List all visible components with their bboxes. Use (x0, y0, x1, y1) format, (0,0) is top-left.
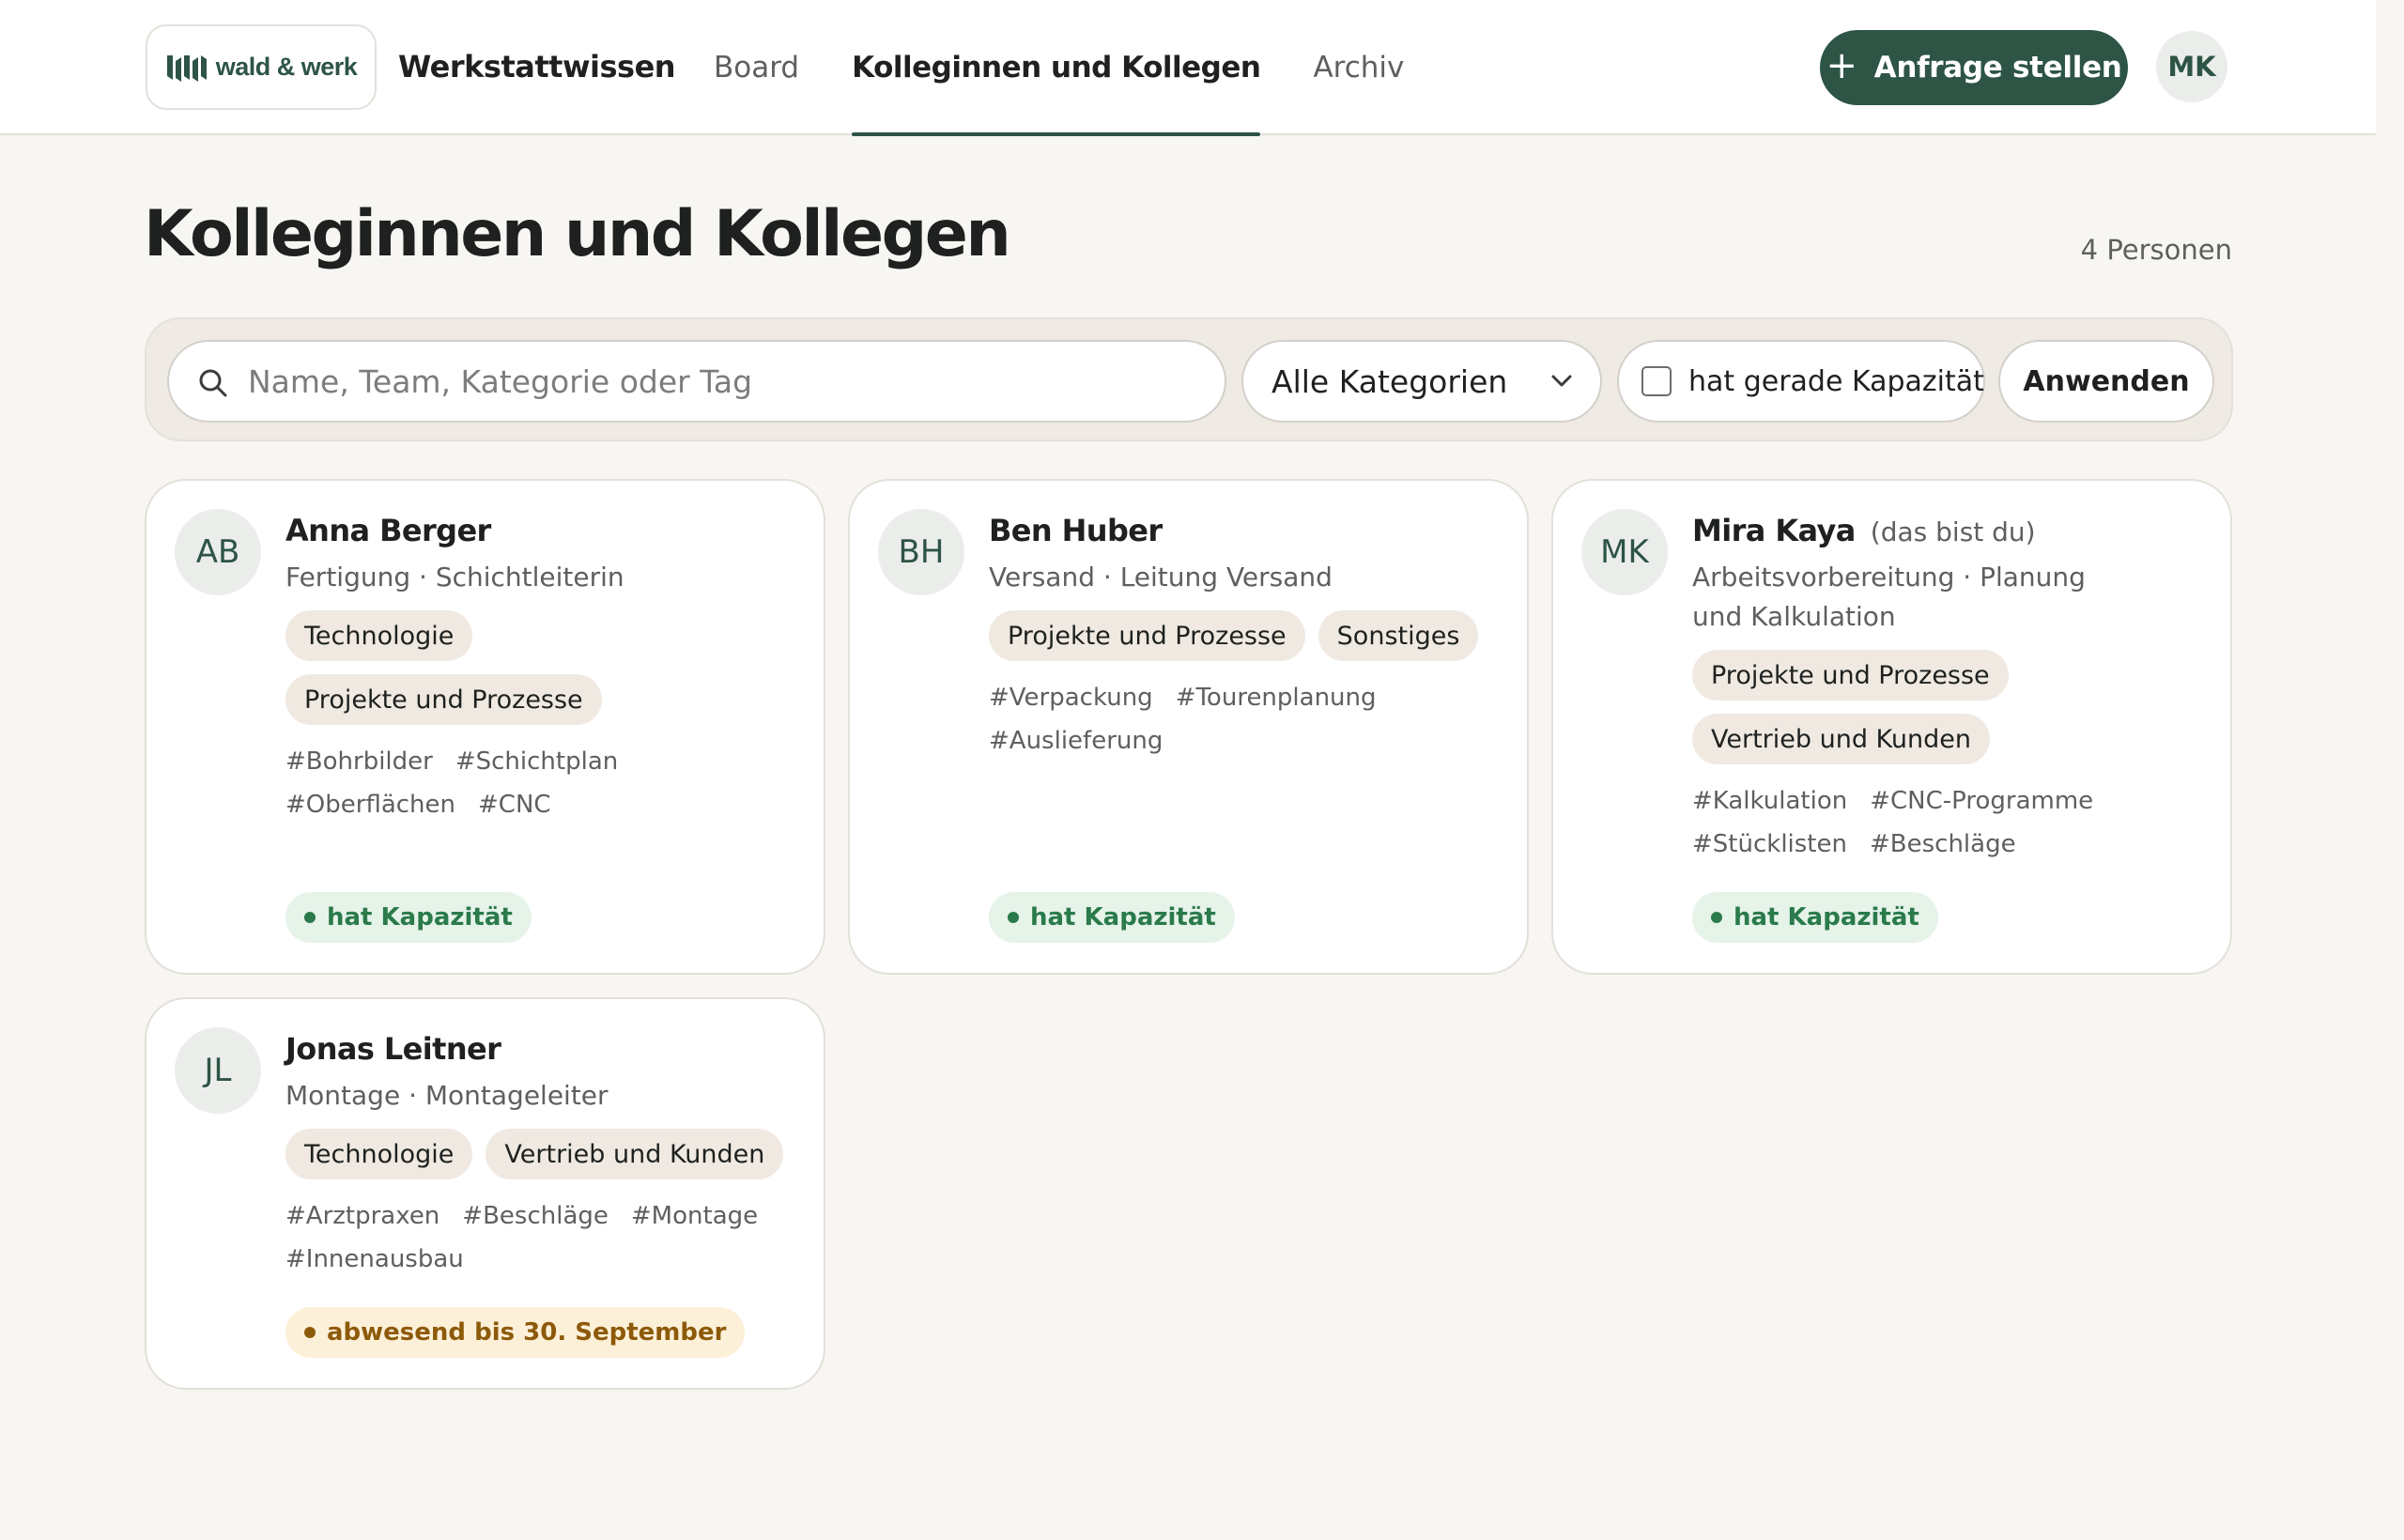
status-text: abwesend bis 30. September (327, 1318, 727, 1347)
logo-text: wald & werk (215, 53, 358, 81)
avatar: MK (1581, 509, 1668, 595)
tag[interactable]: #Stücklisten (1692, 823, 1847, 866)
tag[interactable]: #Tourenplanung (1176, 676, 1377, 719)
user-avatar[interactable]: MK (2156, 31, 2227, 102)
tag[interactable]: #Verpackung (989, 676, 1153, 719)
person-name[interactable]: Mira Kaya (1692, 513, 1856, 548)
apply-button[interactable]: Anwenden (1998, 340, 2214, 423)
tag[interactable]: #Arztpraxen (285, 1194, 439, 1238)
tag-list: #Arztpraxen #Beschläge #Montage #Innenau… (285, 1194, 795, 1281)
category-chip[interactable]: Projekte und Prozesse (989, 610, 1305, 661)
tag[interactable]: #Schichtplan (455, 740, 618, 783)
tag[interactable]: #Kalkulation (1692, 779, 1847, 823)
tag[interactable]: #Beschläge (462, 1194, 609, 1238)
status-text: hat Kapazität (1734, 903, 1919, 932)
category-chip[interactable]: Sonstiges (1318, 610, 1479, 661)
top-bar: wald & werk Werkstattwissen Board Kolleg… (0, 0, 2376, 136)
person-name[interactable]: Jonas Leitner (285, 1031, 501, 1067)
person-team: Montage (285, 1080, 401, 1111)
capacity-filter-label: hat gerade Kapazität (1688, 364, 1984, 398)
chevron-down-icon (1551, 375, 1572, 387)
person-name[interactable]: Ben Huber (989, 513, 1163, 548)
page-title: Kolleginnen und Kollegen (144, 197, 1011, 271)
tag[interactable]: #Auslieferung (989, 719, 1163, 762)
person-role: Fertigung · Schichtleiterin (285, 562, 624, 593)
person-team: Arbeitsvorbereitung (1692, 562, 1955, 593)
person-card-anna-berger[interactable]: AB Anna Berger Fertigung · Schichtleiter… (145, 479, 825, 975)
nav-colleagues[interactable]: Kolleginnen und Kollegen (852, 0, 1261, 136)
person-card-mira-kaya[interactable]: MK Mira Kaya (das bist du) Arbeitsvorber… (1551, 479, 2232, 975)
category-chip[interactable]: Technologie (285, 610, 473, 661)
filter-bar: Alle Kategorien hat gerade Kapazität Anw… (145, 317, 2233, 441)
tag[interactable]: #CNC (478, 783, 551, 826)
nav-archive[interactable]: Archiv (1313, 0, 1404, 135)
status-badge: hat Kapazität (285, 892, 532, 943)
person-name[interactable]: Anna Berger (285, 513, 491, 548)
app-title: Werkstattwissen (398, 49, 676, 85)
category-list: Projekte und Prozesse Vertrieb und Kunde… (1692, 650, 2087, 764)
main-nav: Board Kolleginnen und Kollegen Archiv (714, 0, 1456, 136)
person-team: Fertigung (285, 562, 411, 593)
logo[interactable]: wald & werk (146, 24, 377, 110)
category-list: Projekte und Prozesse Sonstiges (989, 610, 1499, 661)
tag-list: #Bohrbilder #Schichtplan #Oberflächen #C… (285, 740, 795, 826)
avatar: BH (878, 509, 964, 595)
status-badge: hat Kapazität (1692, 892, 1938, 943)
tag-list: #Kalkulation #CNC-Programme #Stücklisten… (1692, 779, 2124, 866)
tag[interactable]: #Innenausbau (285, 1238, 464, 1281)
person-role: Montage · Montageleiter (285, 1080, 609, 1111)
search-box (167, 340, 1226, 423)
category-select[interactable]: Alle Kategorien (1241, 340, 1602, 423)
search-input[interactable] (169, 362, 1225, 400)
status-text: hat Kapazität (1030, 903, 1216, 932)
person-position: Leitung Versand (1119, 562, 1333, 593)
person-card-ben-huber[interactable]: BH Ben Huber Versand · Leitung Versand P… (848, 479, 1529, 975)
avatar: JL (175, 1027, 261, 1114)
capacity-filter[interactable]: hat gerade Kapazität (1617, 340, 1985, 423)
status-badge: abwesend bis 30. September (285, 1307, 746, 1358)
tag[interactable]: #CNC-Programme (1870, 779, 2093, 823)
person-position: Schichtleiterin (435, 562, 624, 593)
status-dot-icon (304, 912, 316, 923)
plus-icon: + (1826, 44, 1857, 87)
category-list: Technologie Vertrieb und Kunden (285, 1129, 795, 1179)
people-count: 4 Personen (2080, 234, 2232, 266)
category-chip[interactable]: Projekte und Prozesse (285, 674, 602, 725)
status-text: hat Kapazität (327, 903, 513, 932)
person-card-jonas-leitner[interactable]: JL Jonas Leitner Montage · Montageleiter… (145, 997, 825, 1390)
category-chip[interactable]: Vertrieb und Kunden (1692, 714, 1991, 764)
tag[interactable]: #Beschläge (1870, 823, 2016, 866)
tag[interactable]: #Bohrbilder (285, 740, 433, 783)
person-position: Montageleiter (424, 1080, 609, 1111)
category-select-value: Alle Kategorien (1271, 362, 1508, 400)
nav-board[interactable]: Board (714, 0, 799, 135)
capacity-checkbox[interactable] (1641, 366, 1672, 396)
create-request-button[interactable]: + Anfrage stellen (1820, 30, 2128, 105)
status-dot-icon (1711, 912, 1722, 923)
category-chip[interactable]: Technologie (285, 1129, 473, 1179)
person-role: Versand · Leitung Versand (989, 562, 1333, 593)
person-role: Arbeitsvorbereitung · Planung und Kalkul… (1692, 562, 2086, 632)
self-indicator: (das bist du) (1870, 516, 2036, 547)
create-request-label: Anfrage stellen (1873, 51, 2122, 85)
tag[interactable]: #Montage (631, 1194, 758, 1238)
search-icon (199, 369, 227, 397)
logo-mark-icon (166, 54, 207, 82)
category-list: Technologie Projekte und Prozesse (285, 610, 795, 725)
status-dot-icon (304, 1327, 316, 1338)
avatar: AB (175, 509, 261, 595)
category-chip[interactable]: Projekte und Prozesse (1692, 650, 2009, 701)
person-team: Versand (989, 562, 1095, 593)
tag[interactable]: #Oberflächen (285, 783, 455, 826)
status-dot-icon (1008, 912, 1019, 923)
category-chip[interactable]: Vertrieb und Kunden (485, 1129, 784, 1179)
status-badge: hat Kapazität (989, 892, 1235, 943)
tag-list: #Verpackung #Tourenplanung #Auslieferung (989, 676, 1499, 762)
